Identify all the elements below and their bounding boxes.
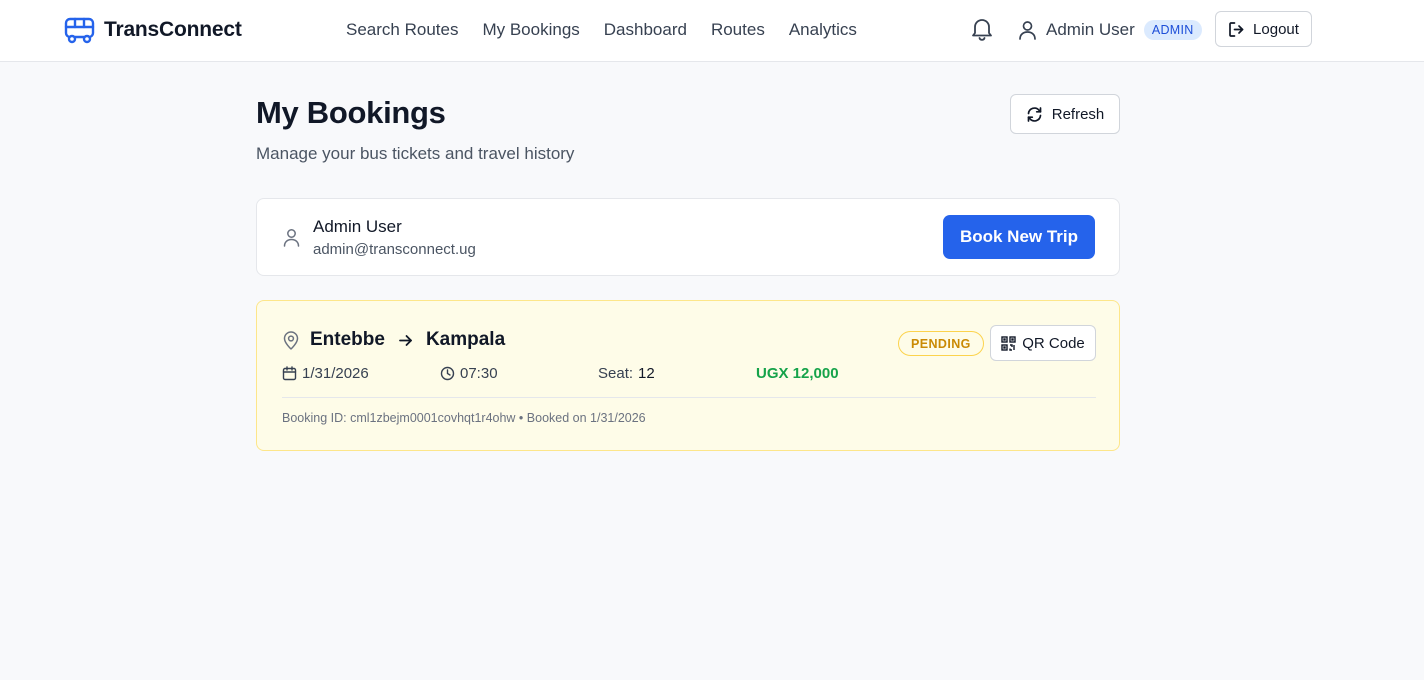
logout-label: Logout bbox=[1253, 20, 1299, 38]
bus-icon bbox=[64, 17, 95, 43]
nav-routes[interactable]: Routes bbox=[711, 20, 765, 40]
user-icon bbox=[283, 229, 300, 247]
brand[interactable]: TransConnect bbox=[64, 14, 242, 46]
booking-divider bbox=[282, 397, 1096, 398]
page-subtitle: Manage your bus tickets and travel histo… bbox=[256, 144, 575, 163]
logout-icon bbox=[1229, 21, 1244, 37]
booking-time: 07:30 bbox=[440, 363, 498, 383]
booking-origin: Entebbe bbox=[310, 329, 385, 350]
calendar-icon bbox=[282, 365, 297, 380]
nav-dashboard[interactable]: Dashboard bbox=[604, 20, 687, 40]
book-new-trip-button[interactable]: Book New Trip bbox=[943, 215, 1095, 259]
booking-seat-label: Seat: bbox=[598, 364, 634, 382]
booking-date: 1/31/2026 bbox=[282, 363, 369, 383]
nav-my-bookings[interactable]: My Bookings bbox=[482, 20, 579, 40]
booking-price: UGX 12,000 bbox=[756, 364, 839, 382]
brand-name: TransConnect bbox=[104, 18, 242, 41]
booking-destination: Kampala bbox=[425, 329, 506, 350]
clock-icon bbox=[440, 366, 455, 380]
booking-seat: Seat: 12 bbox=[598, 363, 655, 383]
top-bar: TransConnect Search Routes My Bookings D… bbox=[0, 0, 1424, 62]
qr-code-button[interactable]: QR Code bbox=[990, 325, 1096, 361]
user-card-name: Admin User bbox=[313, 217, 402, 236]
booking-seat-value: 12 bbox=[638, 364, 655, 382]
refresh-label: Refresh bbox=[1051, 105, 1105, 123]
refresh-icon bbox=[1027, 106, 1042, 122]
qr-code-label: QR Code bbox=[1022, 334, 1085, 352]
nav-analytics[interactable]: Analytics bbox=[789, 20, 857, 40]
role-badge: ADMIN bbox=[1143, 20, 1202, 40]
user-name: Admin User bbox=[1046, 20, 1135, 39]
booking-footer: Booking ID: cml1zbejm0001covhqt1r4ohw • … bbox=[282, 411, 646, 425]
nav-search-routes[interactable]: Search Routes bbox=[346, 20, 458, 40]
user-icon bbox=[1019, 21, 1036, 40]
arrow-right-icon bbox=[399, 334, 412, 346]
user-card: Admin User admin@transconnect.ug Book Ne… bbox=[256, 198, 1120, 276]
booking-time-value: 07:30 bbox=[460, 364, 498, 382]
booking-card: Entebbe Kampala 1/31/2026 07:30 Seat: 12… bbox=[256, 300, 1120, 451]
user-card-email: admin@transconnect.ug bbox=[313, 241, 476, 258]
page-title: My Bookings bbox=[256, 95, 446, 130]
bell-icon[interactable] bbox=[970, 16, 994, 42]
user-menu[interactable]: Admin User ADMIN bbox=[1018, 16, 1202, 44]
booking-route: Entebbe Kampala bbox=[310, 329, 505, 351]
status-badge: PENDING bbox=[898, 331, 984, 356]
main-nav: Search Routes My Bookings Dashboard Rout… bbox=[346, 18, 857, 42]
booking-date-value: 1/31/2026 bbox=[302, 364, 369, 382]
refresh-button[interactable]: Refresh bbox=[1010, 94, 1120, 134]
map-pin-icon bbox=[283, 331, 299, 350]
qr-code-icon bbox=[1001, 335, 1016, 351]
logout-button[interactable]: Logout bbox=[1215, 11, 1312, 47]
